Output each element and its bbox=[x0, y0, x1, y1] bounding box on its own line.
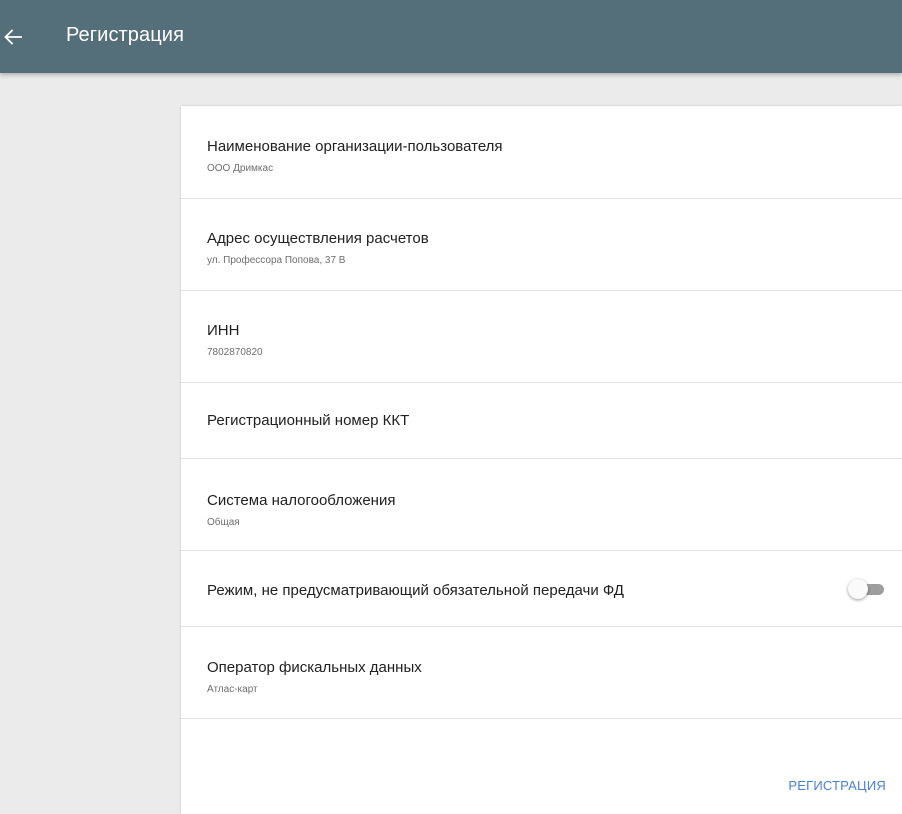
field-label: Система налогообложения bbox=[207, 492, 396, 509]
field-tax-system[interactable]: Система налогообложения Общая bbox=[181, 459, 902, 551]
offline-mode-toggle[interactable] bbox=[848, 579, 886, 599]
field-value: Общая bbox=[207, 517, 240, 528]
field-label: Регистрационный номер ККТ bbox=[207, 412, 410, 429]
page-title: Регистрация bbox=[66, 24, 185, 46]
toggle-thumb bbox=[848, 579, 868, 599]
field-value: ООО Дримкас bbox=[207, 163, 274, 174]
back-button[interactable] bbox=[0, 0, 36, 73]
field-value: ул. Профессора Попова, 37 В bbox=[207, 255, 346, 266]
field-settlement-address[interactable]: Адрес осуществления расчетов ул. Професс… bbox=[181, 199, 902, 291]
register-button[interactable]: РЕГИСТРАЦИЯ bbox=[784, 769, 890, 801]
field-value: Атлас-карт bbox=[207, 684, 258, 695]
field-value: 7802870820 bbox=[207, 347, 263, 358]
field-organization-name[interactable]: Наименование организации-пользователя ОО… bbox=[181, 106, 902, 199]
field-fiscal-data-operator[interactable]: Оператор фискальных данных Атлас-карт bbox=[181, 627, 902, 719]
arrow-left-icon bbox=[4, 28, 22, 45]
field-kkt-registration-number[interactable]: Регистрационный номер ККТ bbox=[181, 383, 902, 459]
field-label: Оператор фискальных данных bbox=[207, 659, 422, 676]
field-offline-mode[interactable]: Режим, не предусматривающий обязательной… bbox=[181, 551, 902, 627]
field-label: ИНН bbox=[207, 322, 240, 339]
app-toolbar: Регистрация bbox=[0, 0, 902, 73]
field-inn[interactable]: ИНН 7802870820 bbox=[181, 291, 902, 383]
field-label: Наименование организации-пользователя bbox=[207, 138, 503, 155]
registration-form-card: Наименование организации-пользователя ОО… bbox=[181, 106, 902, 814]
field-label: Режим, не предусматривающий обязательной… bbox=[207, 582, 624, 599]
field-label: Адрес осуществления расчетов bbox=[207, 230, 429, 247]
registration-screen: Регистрация Наименование организации-пол… bbox=[0, 0, 902, 814]
